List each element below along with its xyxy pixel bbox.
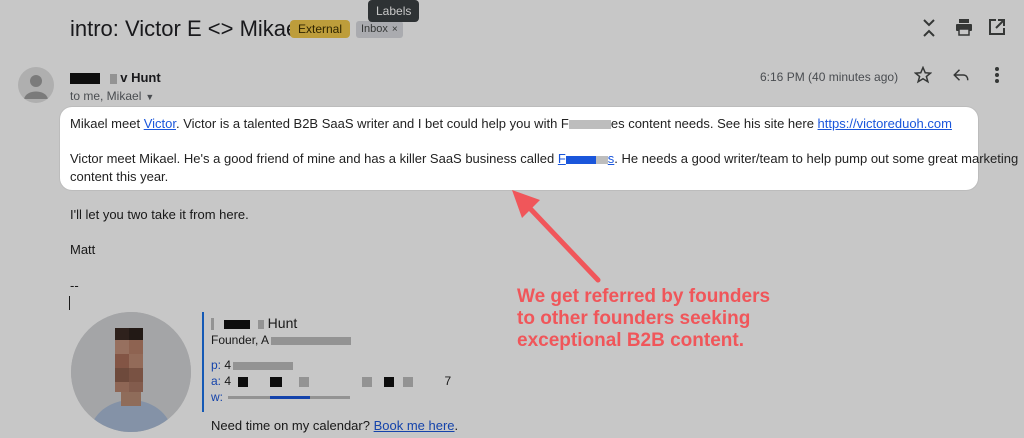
website-link[interactable]: https://victoreduoh.com: [818, 116, 952, 131]
signature-photo: [71, 312, 191, 432]
redaction: [269, 376, 282, 387]
redaction: [109, 73, 117, 84]
redaction: [238, 376, 249, 387]
labels-tooltip: Labels: [368, 0, 420, 22]
more-options-icon[interactable]: [986, 66, 1008, 88]
text: . Victor is a talented B2B SaaS writer a…: [175, 116, 569, 131]
address-value: 4: [224, 374, 232, 388]
annotation-line-3: exceptional B2B content.: [517, 330, 744, 351]
signature-calendar: Need time on my calendar? Book me here.: [211, 418, 458, 433]
victor-link[interactable]: Victor: [144, 116, 176, 131]
business-link[interactable]: Fs: [558, 151, 614, 166]
email-timestamp: 6:16 PM (40 minutes ago): [760, 70, 899, 84]
highlight-callout: Mikael meet Victor. Victor is a talented…: [60, 107, 1018, 190]
inbox-label[interactable]: Inbox ×: [356, 21, 403, 38]
text-cursor: [69, 296, 70, 310]
sender-name-text: v Hunt: [120, 70, 161, 85]
signature-phone: p: 4: [211, 358, 294, 372]
chevron-down-icon: ▼: [145, 92, 155, 102]
collapse-icon[interactable]: [918, 18, 940, 40]
recipients-toggle[interactable]: to me, Mikael ▼: [70, 89, 154, 103]
phone-label: p:: [211, 358, 222, 372]
sender-avatar[interactable]: [18, 67, 54, 103]
inbox-label-text: Inbox: [361, 23, 388, 35]
intro-line-2: Victor meet Mikael. He's a good friend o…: [70, 151, 1018, 166]
annotation-line-1: We get referred by founders: [517, 286, 771, 307]
body-closing-line: I'll let you two take it from here.: [70, 207, 249, 222]
recipients-text: to me, Mikael: [70, 89, 142, 103]
email-view: intro: Victor E <> Mikael External Inbox…: [0, 0, 1024, 438]
signature-name: Hunt: [211, 315, 297, 331]
annotation-callout: We get referred by founders to other fou…: [517, 286, 770, 352]
signature-title: Founder, A: [211, 333, 352, 347]
redaction: [233, 361, 294, 370]
redaction: [270, 396, 311, 400]
external-label[interactable]: External: [290, 20, 351, 38]
remove-label-icon[interactable]: ×: [392, 24, 398, 35]
star-icon[interactable]: [912, 65, 934, 88]
print-icon[interactable]: [953, 18, 975, 40]
email-subject: intro: Victor E <> Mikael: [70, 16, 304, 41]
address-label: a:: [211, 374, 222, 388]
business-link-start: F: [557, 151, 566, 166]
text: Victor meet Mikael. He's a good friend o…: [70, 151, 558, 166]
book-me-link[interactable]: Book me here: [374, 418, 455, 433]
sender-name[interactable]: v Hunt: [70, 70, 161, 85]
redaction: [310, 396, 351, 400]
redaction: [403, 376, 414, 387]
text: . He needs a good writer/team to help pu…: [614, 151, 1019, 166]
text: Mikael meet: [70, 116, 144, 131]
redaction: [565, 155, 596, 164]
redaction: [383, 376, 394, 387]
signature-divider: [202, 312, 204, 412]
calendar-text: Need time on my calendar?: [211, 418, 374, 433]
annotation-line-2: to other founders seeking: [517, 308, 751, 329]
redaction: [595, 155, 608, 164]
signature-name-text: Hunt: [267, 315, 298, 331]
signature-separator: --: [70, 278, 79, 293]
redaction: [271, 336, 352, 345]
website-label: w:: [211, 390, 223, 404]
calendar-end: .: [454, 418, 459, 433]
signature-address: a: 4 7: [211, 374, 451, 388]
redaction: [362, 376, 373, 387]
signature-website[interactable]: w:: [211, 390, 351, 404]
redaction: [568, 120, 611, 130]
arrow-icon: [512, 190, 601, 283]
open-in-new-window-icon[interactable]: [986, 18, 1008, 40]
intro-line-1: Mikael meet Victor. Victor is a talented…: [70, 116, 952, 131]
redaction: [70, 73, 100, 85]
redaction: [257, 319, 264, 329]
signature-title-text: Founder, A: [211, 333, 270, 347]
reply-icon[interactable]: [950, 66, 972, 88]
phone-value: 4: [224, 358, 232, 372]
redaction: [299, 376, 310, 387]
redaction: [223, 319, 250, 329]
redaction: [228, 396, 271, 400]
body-signoff: Matt: [70, 242, 96, 257]
text: es content needs. See his site here: [610, 116, 818, 131]
redaction: [211, 318, 214, 331]
intro-line-3: content this year.: [70, 169, 169, 184]
address-end: 7: [444, 374, 452, 388]
